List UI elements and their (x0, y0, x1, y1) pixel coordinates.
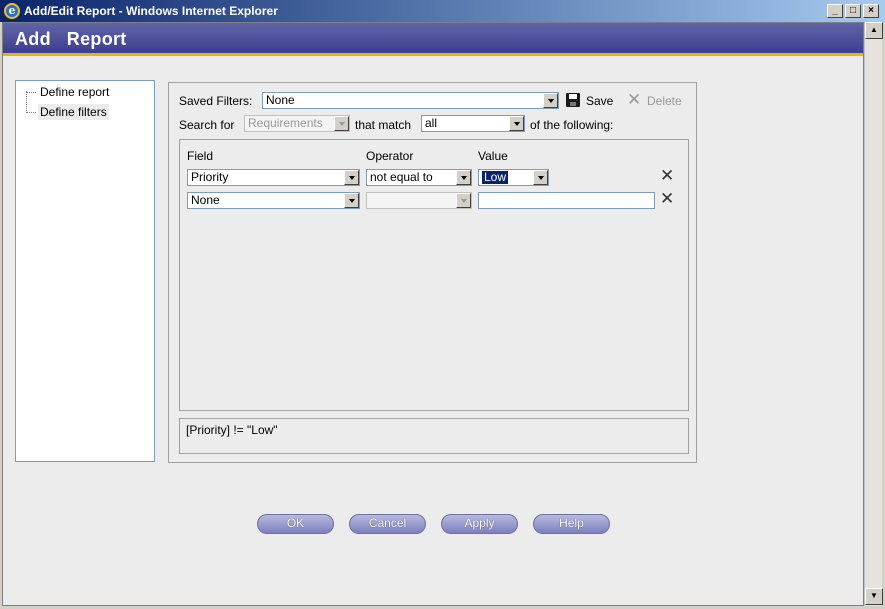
value-input[interactable] (478, 192, 655, 209)
column-header-value: Value (478, 149, 508, 163)
tree-item-label: Define report (40, 85, 110, 99)
field-select[interactable]: Priority (187, 169, 360, 186)
cancel-button[interactable]: Cancel (349, 514, 426, 534)
filter-panel: Saved Filters: None Save ✕ Delete Search… (168, 82, 697, 463)
vertical-scrollbar[interactable]: ▲ ▼ (864, 22, 883, 606)
apply-button[interactable]: Apply (441, 514, 518, 534)
field-value: None (191, 193, 220, 207)
match-select[interactable]: all (421, 115, 525, 132)
page-header: Add Report (3, 23, 863, 56)
chevron-down-icon (533, 170, 548, 185)
that-match-label: that match (355, 118, 412, 132)
operator-select (366, 192, 472, 209)
chevron-down-icon (344, 170, 359, 185)
page-content: Add Report Define report Define filters … (2, 22, 864, 606)
maximize-button[interactable]: □ (845, 4, 861, 18)
match-value: all (425, 116, 438, 130)
search-for-label: Search for (179, 118, 235, 132)
window-title: Add/Edit Report - Windows Internet Explo… (24, 4, 278, 18)
field-select[interactable]: None (187, 192, 360, 209)
tree-branch (26, 92, 36, 93)
delete-button: Delete (647, 94, 682, 108)
ok-button[interactable]: OK (257, 514, 334, 534)
saved-filters-label: Saved Filters: (179, 94, 253, 108)
filter-expression: [Priority] != "Low" (186, 423, 278, 437)
chevron-down-icon (456, 193, 471, 208)
search-for-value: Requirements (248, 116, 323, 130)
saved-filters-select[interactable]: None (262, 92, 559, 109)
column-header-operator: Operator (366, 149, 414, 163)
chevron-down-icon (509, 116, 524, 131)
navigation-tree: Define report Define filters (15, 80, 155, 462)
field-value: Priority (191, 170, 229, 184)
remove-row-icon[interactable]: ✕ (660, 167, 674, 184)
chevron-down-icon (344, 193, 359, 208)
page-title: Add Report (15, 29, 127, 49)
remove-row-icon[interactable]: ✕ (660, 190, 674, 207)
tree-connector (26, 91, 27, 113)
filter-conditions: Field Operator Value Priority not equal … (179, 139, 689, 411)
column-header-field: Field (187, 149, 214, 163)
saved-filters-value: None (266, 93, 295, 107)
chevron-down-icon (543, 93, 558, 108)
operator-value: not equal to (370, 170, 433, 184)
help-button[interactable]: Help (533, 514, 610, 534)
tree-branch (26, 112, 36, 113)
save-icon[interactable] (566, 93, 580, 107)
close-button[interactable]: × (863, 4, 879, 18)
save-button[interactable]: Save (586, 94, 613, 108)
minimize-button[interactable]: _ (827, 4, 843, 18)
chevron-down-icon (456, 170, 471, 185)
scroll-up-icon[interactable]: ▲ (865, 22, 883, 39)
scroll-down-icon[interactable]: ▼ (865, 588, 883, 605)
internet-explorer-icon: e (4, 3, 20, 19)
of-the-following-label: of the following: (530, 118, 614, 132)
window-titlebar: e Add/Edit Report - Windows Internet Exp… (0, 0, 885, 22)
chevron-down-icon (334, 116, 349, 131)
operator-select[interactable]: not equal to (366, 169, 472, 186)
tree-item-label: Define filters (38, 104, 109, 120)
delete-icon: ✕ (627, 90, 642, 109)
filter-expression-box: [Priority] != "Low" (179, 418, 689, 454)
value-select[interactable]: Low (478, 169, 549, 186)
value-selected: Low (480, 170, 510, 185)
search-for-select: Requirements (244, 115, 350, 132)
